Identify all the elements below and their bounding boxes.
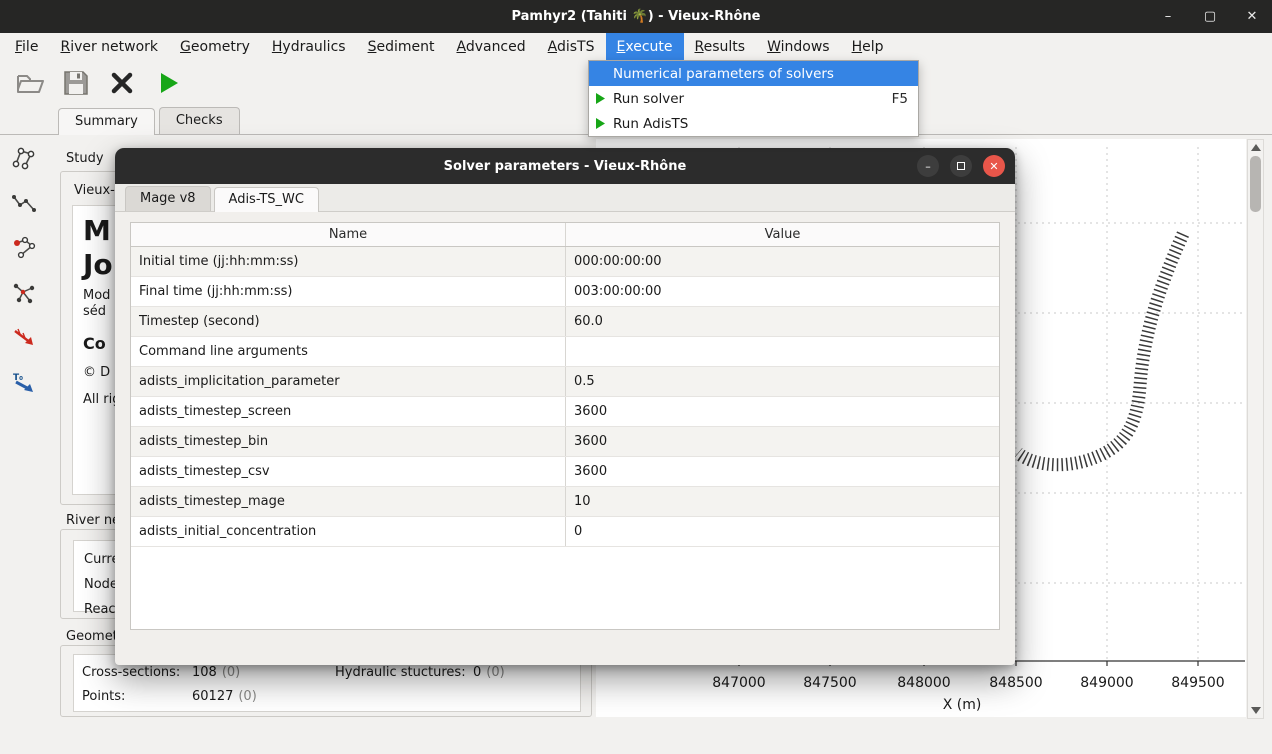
river-network-tool-button[interactable] [9, 143, 39, 173]
menu-execute[interactable]: Execute [606, 33, 684, 60]
nodes-tool-button[interactable] [9, 233, 39, 263]
run-solver-button[interactable] [152, 67, 184, 99]
play-icon [595, 118, 613, 129]
river-network-icon [11, 145, 37, 171]
x-tick: 848500 [989, 675, 1042, 691]
table-row[interactable]: Initial time (jj:hh:mm:ss) 000:00:00:00 [131, 247, 999, 277]
dialog-minimize-icon[interactable]: – [917, 155, 939, 177]
menu-item-numerical-parameters[interactable]: Numerical parameters of solvers [589, 61, 918, 86]
translation-t-icon: T₀ [11, 370, 37, 396]
parameters-table: Name Value Initial time (jj:hh:mm:ss) 00… [130, 222, 1000, 630]
close-icon[interactable]: ✕ [1244, 9, 1260, 24]
menu-sediment[interactable]: Sediment [357, 33, 446, 60]
table-row[interactable]: Command line arguments [131, 337, 999, 367]
x-tick: 847500 [803, 675, 856, 691]
x-icon [108, 69, 136, 97]
minimize-icon[interactable]: – [1160, 9, 1176, 24]
maximize-icon[interactable]: ▢ [1202, 9, 1218, 24]
play-icon [595, 93, 613, 104]
table-header-row: Name Value [131, 223, 999, 247]
menu-file[interactable]: File [4, 33, 49, 60]
titlebar[interactable]: Pamhyr2 (Tahiti 🌴) - Vieux-Rhône – ▢ ✕ [0, 0, 1272, 33]
menu-help[interactable]: Help [841, 33, 895, 60]
longitudinal-profile-icon [11, 190, 37, 216]
dialog-close-icon[interactable]: ✕ [983, 155, 1005, 177]
app-window: Pamhyr2 (Tahiti 🌴) - Vieux-Rhône – ▢ ✕ F… [0, 0, 1272, 754]
scrollbar-thumb[interactable] [1250, 156, 1261, 212]
x-tick: 848000 [897, 675, 950, 691]
x-tick: 847000 [712, 675, 765, 691]
save-study-button[interactable] [60, 67, 92, 99]
scroll-up-icon[interactable] [1251, 144, 1261, 151]
column-header-value[interactable]: Value [566, 223, 999, 246]
shortcut-f5: F5 [892, 91, 908, 107]
table-row[interactable]: adists_timestep_bin 3600 [131, 427, 999, 457]
river-channel [1018, 234, 1183, 465]
x-axis-label: X (m) [943, 697, 982, 713]
menubar: File River network Geometry Hydraulics S… [0, 33, 1272, 60]
window-title: Pamhyr2 (Tahiti 🌴) - Vieux-Rhône [511, 9, 760, 24]
reaches-tool-button[interactable] [9, 278, 39, 308]
play-icon [154, 69, 182, 97]
menu-advanced[interactable]: Advanced [445, 33, 536, 60]
tab-checks[interactable]: Checks [159, 107, 240, 134]
table-row[interactable]: adists_implicitation_parameter 0.5 [131, 367, 999, 397]
table-row[interactable]: adists_timestep_csv 3600 [131, 457, 999, 487]
table-row[interactable]: adists_timestep_screen 3600 [131, 397, 999, 427]
menu-item-run-solver[interactable]: Run solver F5 [589, 86, 918, 111]
left-tool-strip: T₀ [0, 135, 48, 723]
solver-tabs: Mage v8 Adis-TS_WC [115, 184, 1015, 212]
menu-item-run-adists[interactable]: Run AdisTS [589, 111, 918, 136]
vertical-scrollbar[interactable] [1247, 139, 1264, 719]
solver-parameters-dialog: Solver parameters - Vieux-Rhône – ✕ Mage… [115, 148, 1015, 665]
dialog-maximize-icon[interactable] [950, 155, 972, 177]
close-study-button[interactable] [106, 67, 138, 99]
menu-river-network[interactable]: River network [49, 33, 169, 60]
dialog-titlebar[interactable]: Solver parameters - Vieux-Rhône – ✕ [115, 148, 1015, 184]
reaches-icon [11, 280, 37, 306]
table-row[interactable]: adists_timestep_mage 10 [131, 487, 999, 517]
tab-mage-v8[interactable]: Mage v8 [125, 186, 211, 211]
menu-adists[interactable]: AdisTS [537, 33, 606, 60]
menu-geometry[interactable]: Geometry [169, 33, 261, 60]
profile-tool-button[interactable] [9, 188, 39, 218]
tab-summary[interactable]: Summary [58, 108, 155, 135]
x-tick: 849500 [1171, 675, 1224, 691]
folder-open-icon [15, 68, 45, 98]
floppy-disk-icon [61, 68, 91, 98]
slope-tool-button[interactable] [9, 323, 39, 353]
tab-adis-ts-wc[interactable]: Adis-TS_WC [214, 187, 319, 212]
menu-windows[interactable]: Windows [756, 33, 841, 60]
menu-hydraulics[interactable]: Hydraulics [261, 33, 357, 60]
menu-results[interactable]: Results [684, 33, 757, 60]
column-header-name[interactable]: Name [131, 223, 566, 246]
table-row[interactable]: Timestep (second) 60.0 [131, 307, 999, 337]
stat-points: Points: 60127 (0) [82, 684, 335, 708]
study-group-label: Study [66, 151, 104, 166]
nodes-red-icon [11, 235, 37, 261]
dialog-title: Solver parameters - Vieux-Rhône [444, 159, 687, 174]
slope-arrow-icon [11, 325, 37, 351]
translation-tool-button[interactable]: T₀ [9, 368, 39, 398]
table-row[interactable]: Final time (jj:hh:mm:ss) 003:00:00:00 [131, 277, 999, 307]
x-tick: 849000 [1080, 675, 1133, 691]
open-study-button[interactable] [14, 67, 46, 99]
scroll-down-icon[interactable] [1251, 707, 1261, 714]
execute-menu-dropdown: Numerical parameters of solvers Run solv… [588, 60, 919, 137]
table-row[interactable]: adists_initial_concentration 0 [131, 517, 999, 547]
